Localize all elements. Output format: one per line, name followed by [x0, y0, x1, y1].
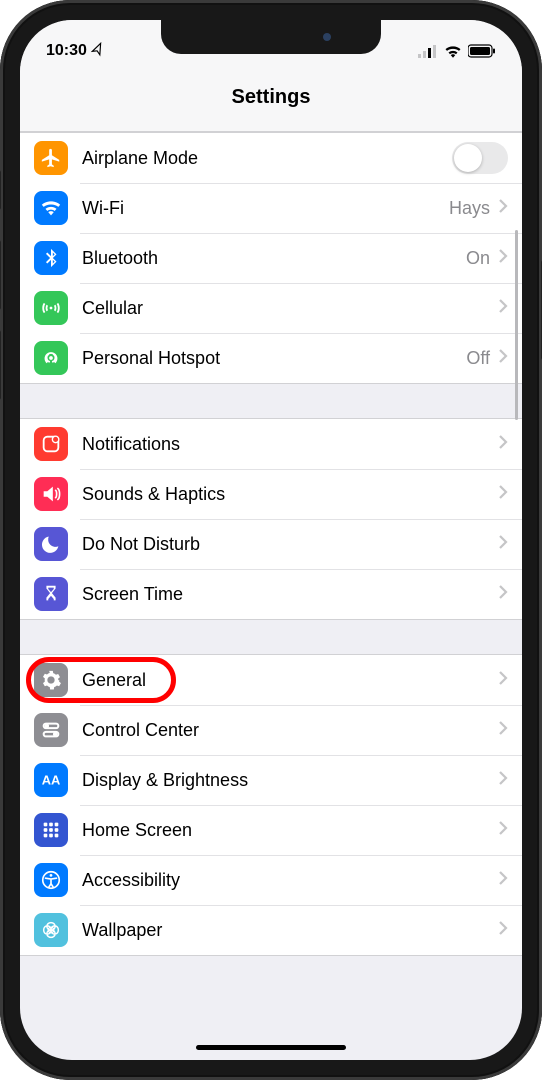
- row-homescreen[interactable]: Home Screen: [20, 805, 522, 855]
- row-accessibility[interactable]: Accessibility: [20, 855, 522, 905]
- row-label-hotspot: Personal Hotspot: [82, 348, 466, 369]
- svg-text:AA: AA: [42, 773, 61, 788]
- chevron-right-icon: [498, 820, 508, 841]
- row-screentime[interactable]: Screen Time: [20, 569, 522, 619]
- row-wifi[interactable]: Wi-FiHays: [20, 183, 522, 233]
- display-icon: AA: [34, 763, 68, 797]
- row-label-screentime: Screen Time: [82, 584, 498, 605]
- chevron-right-icon: [498, 298, 508, 319]
- row-value-bluetooth: On: [466, 248, 490, 269]
- chevron-right-icon: [498, 584, 508, 605]
- settings-list[interactable]: Airplane ModeWi-FiHaysBluetoothOnCellula…: [20, 132, 522, 956]
- page-title: Settings: [20, 86, 522, 109]
- chevron-right-icon: [498, 198, 508, 219]
- switches-icon: [34, 713, 68, 747]
- hotspot-icon: [34, 341, 68, 375]
- row-label-cellular: Cellular: [82, 298, 498, 319]
- toggle-airplane[interactable]: [452, 142, 508, 174]
- notifications-icon: [34, 427, 68, 461]
- chevron-right-icon: [498, 248, 508, 269]
- homescreen-icon: [34, 813, 68, 847]
- row-wallpaper[interactable]: Wallpaper: [20, 905, 522, 955]
- row-label-notifications: Notifications: [82, 434, 498, 455]
- notch: [161, 20, 381, 54]
- wifi-status-icon: [444, 44, 462, 58]
- row-label-dnd: Do Not Disturb: [82, 534, 498, 555]
- row-label-wallpaper: Wallpaper: [82, 920, 498, 941]
- airplane-icon: [34, 141, 68, 175]
- moon-icon: [34, 527, 68, 561]
- row-label-accessibility: Accessibility: [82, 870, 498, 891]
- chevron-right-icon: [498, 920, 508, 941]
- row-cellular[interactable]: Cellular: [20, 283, 522, 333]
- row-value-hotspot: Off: [466, 348, 490, 369]
- sounds-icon: [34, 477, 68, 511]
- home-indicator[interactable]: [196, 1045, 346, 1050]
- location-icon: [88, 41, 107, 62]
- chevron-right-icon: [498, 720, 508, 741]
- row-label-sounds: Sounds & Haptics: [82, 484, 498, 505]
- header: Settings: [20, 76, 522, 132]
- row-airplane[interactable]: Airplane Mode: [20, 133, 522, 183]
- wifi-icon: [34, 191, 68, 225]
- row-controlcenter[interactable]: Control Center: [20, 705, 522, 755]
- settings-group-connectivity: Airplane ModeWi-FiHaysBluetoothOnCellula…: [20, 132, 522, 384]
- row-label-airplane: Airplane Mode: [82, 148, 452, 169]
- row-label-bluetooth: Bluetooth: [82, 248, 466, 269]
- bluetooth-icon: [34, 241, 68, 275]
- chevron-right-icon: [498, 434, 508, 455]
- row-dnd[interactable]: Do Not Disturb: [20, 519, 522, 569]
- hourglass-icon: [34, 577, 68, 611]
- scroll-indicator[interactable]: [515, 230, 518, 420]
- chevron-right-icon: [498, 770, 508, 791]
- screen: 10:30 Settings Airplane ModeWi-FiHay: [20, 20, 522, 1060]
- cellular-icon: [34, 291, 68, 325]
- chevron-right-icon: [498, 670, 508, 691]
- chevron-right-icon: [498, 484, 508, 505]
- battery-icon: [468, 44, 496, 58]
- chevron-right-icon: [498, 348, 508, 369]
- row-notifications[interactable]: Notifications: [20, 419, 522, 469]
- chevron-right-icon: [498, 870, 508, 891]
- row-label-controlcenter: Control Center: [82, 720, 498, 741]
- accessibility-icon: [34, 863, 68, 897]
- row-bluetooth[interactable]: BluetoothOn: [20, 233, 522, 283]
- row-label-homescreen: Home Screen: [82, 820, 498, 841]
- status-time: 10:30: [46, 42, 87, 60]
- cellular-signal-icon: [418, 44, 438, 58]
- row-label-wifi: Wi-Fi: [82, 198, 449, 219]
- device-frame: 10:30 Settings Airplane ModeWi-FiHay: [0, 0, 542, 1080]
- settings-group-notifications: Notifications Sounds & Haptics Do Not Dist…: [20, 418, 522, 620]
- row-value-wifi: Hays: [449, 198, 490, 219]
- wallpaper-icon: [34, 913, 68, 947]
- gear-icon: [34, 663, 68, 697]
- row-display[interactable]: AA Display & Brightness: [20, 755, 522, 805]
- row-label-display: Display & Brightness: [82, 770, 498, 791]
- settings-group-general-group: General Control Center AA Display & Brightn…: [20, 654, 522, 956]
- chevron-right-icon: [498, 534, 508, 555]
- row-hotspot[interactable]: Personal HotspotOff: [20, 333, 522, 383]
- row-sounds[interactable]: Sounds & Haptics: [20, 469, 522, 519]
- row-general[interactable]: General: [20, 655, 522, 705]
- row-label-general: General: [82, 670, 498, 691]
